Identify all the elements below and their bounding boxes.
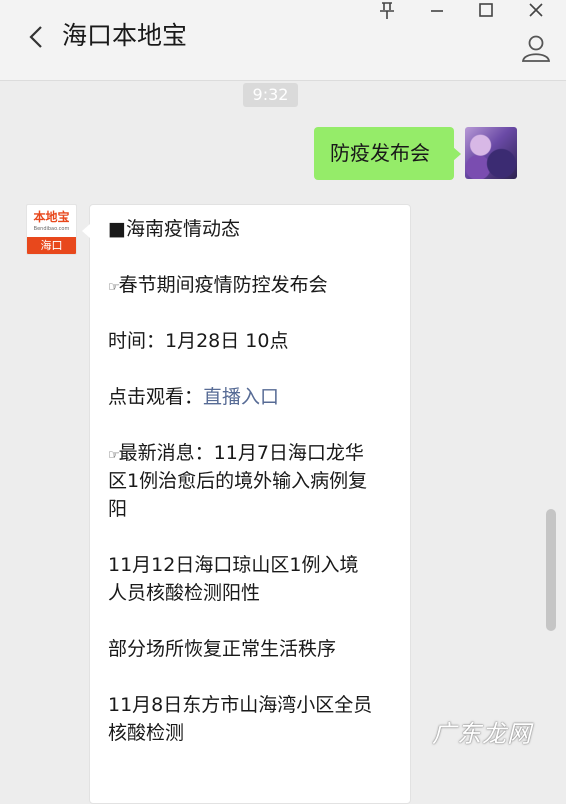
pointing-hand-icon: ☞: [108, 448, 120, 463]
close-icon[interactable]: [519, 0, 553, 22]
pointing-hand-icon: ☞: [108, 280, 120, 295]
news-order-restored: 部分场所恢复正常生活秩序: [108, 638, 337, 660]
avatar-site-text: Bendibao.com: [33, 226, 70, 232]
sent-message-bubble[interactable]: 防疫发布会: [314, 127, 454, 180]
back-arrow-icon[interactable]: [22, 22, 52, 52]
live-stream-link[interactable]: 直播入口: [203, 386, 279, 408]
chat-scrollbar[interactable]: [546, 509, 556, 631]
news-dongfang-1: 11月8日东方市山海湾小区全员: [108, 694, 373, 716]
chat-title: 海口本地宝: [62, 21, 188, 50]
msg-line-latest-news: ☞最新消息：11月7日海口龙华: [108, 439, 403, 470]
news-qiongshan-1: 11月12日海口琼山区1例入境: [108, 554, 359, 576]
profile-icon[interactable]: [520, 32, 552, 64]
latest-news-text-1: 最新消息：11月7日海口龙华: [118, 442, 364, 464]
watch-prefix: 点击观看：: [108, 386, 204, 408]
msg-line-watch: 点击观看：直播入口: [108, 383, 403, 411]
minimize-icon[interactable]: [420, 0, 454, 22]
avatar-city-label: 海口: [27, 237, 76, 254]
press-conference-text: 春节期间疫情防控发布会: [118, 274, 328, 296]
latest-news-text-3: 阳: [108, 498, 128, 520]
news-dongfang-2: 核酸检测: [108, 722, 185, 744]
received-bubble-tail: [82, 224, 90, 238]
official-account-avatar[interactable]: 本地宝 Bendibao.com 海口: [26, 204, 77, 255]
maximize-icon[interactable]: [469, 0, 503, 22]
pin-icon[interactable]: [370, 0, 404, 22]
avatar-brand-text: 本地宝: [33, 210, 70, 224]
msg-line-time: 时间：1月28日 10点: [108, 330, 289, 352]
news-qiongshan-2: 人员核酸检测阳性: [108, 582, 261, 604]
chat-header: 海口本地宝: [0, 0, 566, 81]
latest-news-text-2: 区1例治愈后的境外输入病例复: [108, 470, 368, 492]
sent-bubble-tail: [453, 147, 461, 161]
message-timestamp: 9:32: [243, 83, 298, 107]
msg-line-heading: ■海南疫情动态: [108, 218, 240, 240]
msg-line-press-conference: ☞春节期间疫情防控发布会: [108, 271, 403, 302]
watermark-text: 广东龙网: [432, 720, 532, 748]
user-avatar[interactable]: [465, 127, 517, 179]
